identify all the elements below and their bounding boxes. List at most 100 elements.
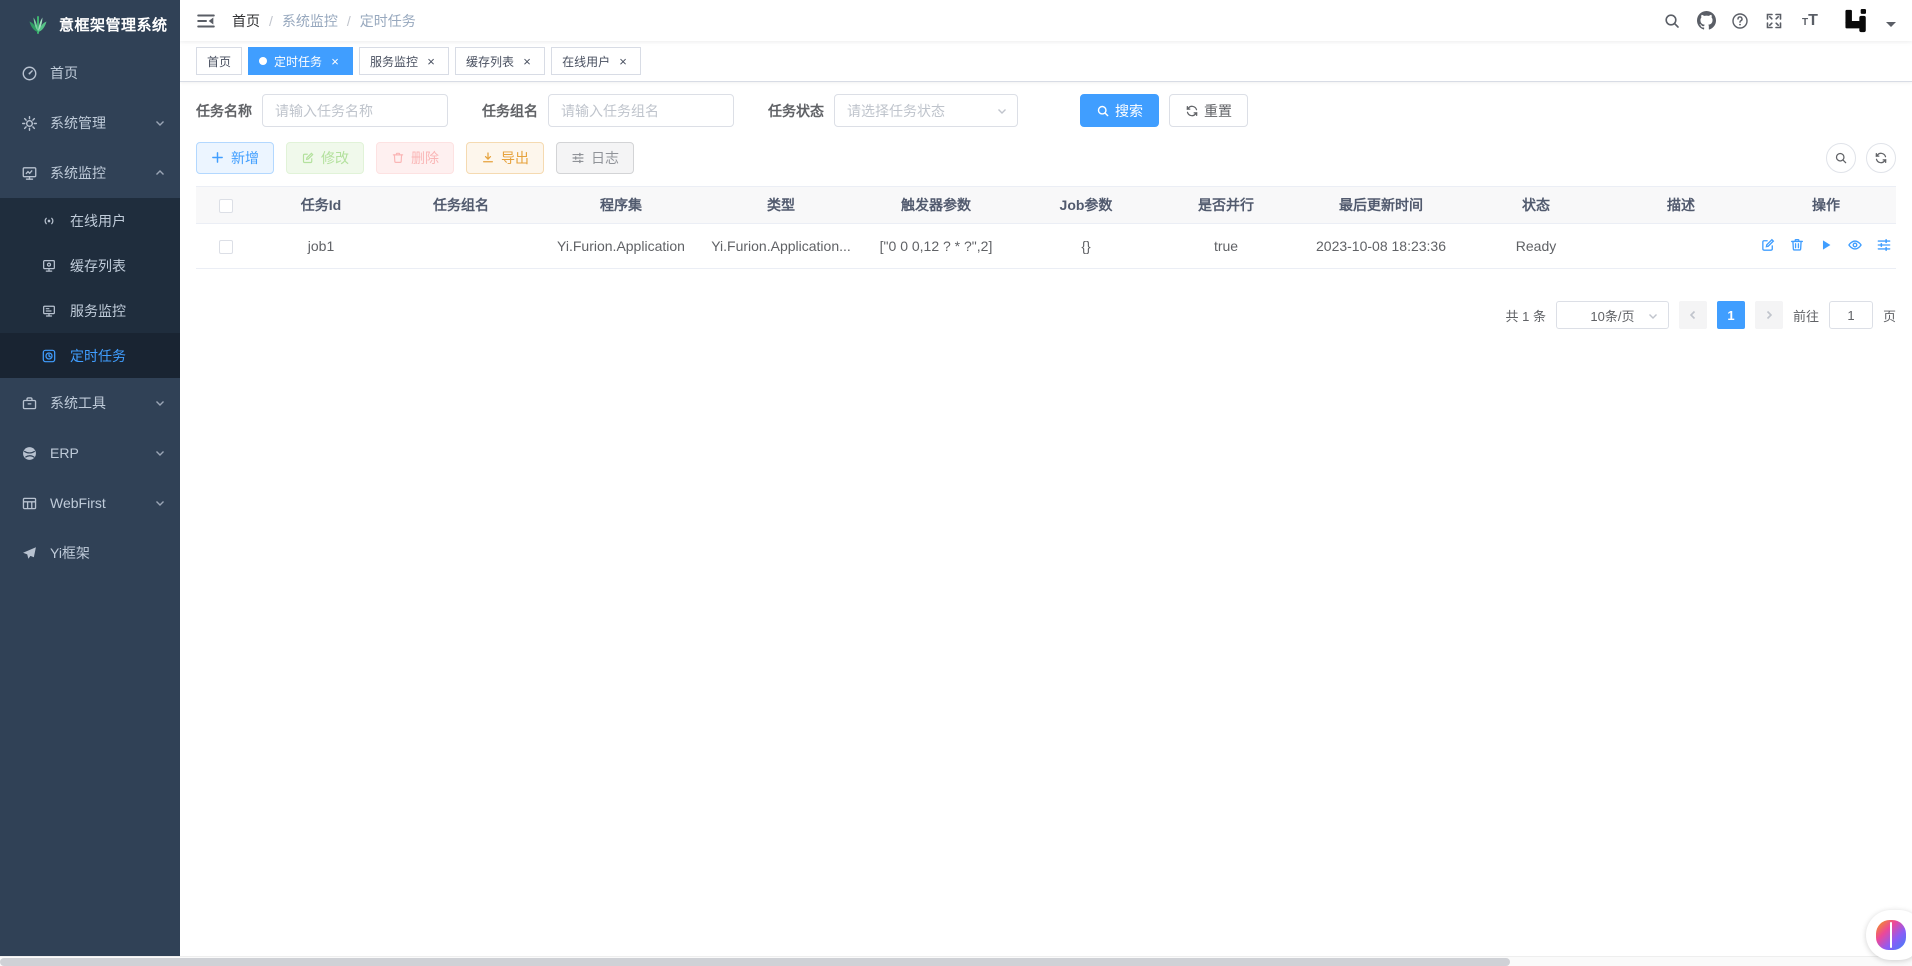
sidebar-item-online-users[interactable]: 在线用户 — [0, 198, 180, 243]
select-all-checkbox[interactable] — [219, 199, 233, 213]
chevron-down-icon — [1647, 310, 1659, 322]
tab-online-users[interactable]: 在线用户 — [551, 47, 641, 75]
breadcrumb-separator: / — [347, 13, 351, 29]
close-icon[interactable] — [424, 54, 438, 68]
row-delete-icon[interactable] — [1789, 237, 1805, 253]
add-button-label: 新增 — [231, 148, 259, 168]
task-name-input[interactable] — [262, 94, 448, 127]
sidebar-item-label: 系统监控 — [50, 163, 154, 183]
extension-float-button[interactable] — [1866, 910, 1912, 960]
scrollbar-thumb[interactable] — [0, 958, 1510, 966]
cell-task-group — [386, 224, 536, 269]
task-status-placeholder: 请选择任务状态 — [847, 101, 945, 121]
sidebar-item-label: Yi框架 — [50, 543, 166, 563]
cell-assembly: Yi.Furion.Application — [536, 224, 706, 269]
sidebar-item-system-management[interactable]: 系统管理 — [0, 98, 180, 148]
row-checkbox[interactable] — [219, 240, 233, 254]
sidebar-item-label: 服务监控 — [70, 301, 166, 321]
pagination: 共 1 条 10条/页 1 前往 页 — [196, 301, 1896, 329]
reset-button[interactable]: 重置 — [1169, 94, 1248, 127]
page-number-1[interactable]: 1 — [1717, 301, 1745, 329]
col-assembly: 程序集 — [536, 187, 706, 224]
row-run-icon[interactable] — [1818, 237, 1834, 253]
monitor-icon — [20, 164, 38, 182]
goto-page-input[interactable] — [1829, 301, 1873, 329]
cell-trigger-args: ["0 0 0,12 ? * ?",2] — [856, 224, 1016, 269]
active-dot — [259, 57, 267, 65]
log-button[interactable]: 日志 — [556, 142, 634, 174]
search-button[interactable]: 搜索 — [1080, 94, 1159, 127]
sidebar-item-home[interactable]: 首页 — [0, 48, 180, 98]
page-size-value: 10条/页 — [1590, 306, 1634, 325]
col-concurrent: 是否并行 — [1156, 187, 1296, 224]
col-last-updated: 最后更新时间 — [1296, 187, 1466, 224]
top-navbar: 首页 / 系统监控 / 定时任务 — [180, 0, 1912, 41]
close-icon[interactable] — [616, 54, 630, 68]
sidebar-item-label: WebFirst — [50, 495, 154, 511]
prev-page-button[interactable] — [1679, 301, 1707, 329]
sidebar-fold-icon[interactable] — [196, 10, 218, 32]
avatar[interactable] — [1842, 6, 1872, 36]
chevron-up-icon — [154, 167, 166, 179]
sidebar-item-label: 定时任务 — [70, 346, 166, 366]
close-icon[interactable] — [328, 54, 342, 68]
tab-cache-list[interactable]: 缓存列表 — [455, 47, 545, 75]
github-icon[interactable] — [1696, 11, 1716, 31]
tab-label: 首页 — [207, 53, 231, 70]
chevron-down-icon — [996, 105, 1008, 117]
page-size-select[interactable]: 10条/页 — [1556, 301, 1669, 329]
app-logo[interactable]: 意框架管理系统 — [0, 0, 180, 48]
sidebar: 意框架管理系统 首页 系统管理 — [0, 0, 180, 966]
sidebar-item-system-monitor[interactable]: 系统监控 — [0, 148, 180, 198]
caret-down-icon[interactable] — [1886, 22, 1896, 27]
sidebar-item-webfirst[interactable]: WebFirst — [0, 478, 180, 528]
sidebar-item-yi-framework[interactable]: Yi框架 — [0, 528, 180, 578]
delete-button[interactable]: 删除 — [376, 142, 454, 174]
breadcrumb-system-monitor: 系统监控 — [282, 11, 338, 31]
cell-concurrent: true — [1156, 224, 1296, 269]
sidebar-item-scheduled-tasks[interactable]: 定时任务 — [0, 333, 180, 378]
tab-home[interactable]: 首页 — [196, 47, 242, 75]
export-button[interactable]: 导出 — [466, 142, 544, 174]
search-icon[interactable] — [1662, 11, 1682, 31]
row-edit-icon[interactable] — [1760, 237, 1776, 253]
sidebar-item-erp[interactable]: ERP — [0, 428, 180, 478]
sidebar-item-cache-list[interactable]: 缓存列表 — [0, 243, 180, 288]
sidebar-item-label: ERP — [50, 445, 154, 461]
row-view-icon[interactable] — [1847, 237, 1863, 253]
add-button[interactable]: 新增 — [196, 142, 274, 174]
show-search-button[interactable] — [1826, 143, 1856, 173]
row-log-icon[interactable] — [1876, 237, 1892, 253]
sidebar-item-system-tools[interactable]: 系统工具 — [0, 378, 180, 428]
breadcrumb-home[interactable]: 首页 — [232, 11, 260, 31]
sidebar-item-service-monitor[interactable]: 服务监控 — [0, 288, 180, 333]
refresh-icon — [1185, 104, 1199, 118]
edit-button[interactable]: 修改 — [286, 142, 364, 174]
tab-label: 服务监控 — [370, 53, 418, 70]
next-page-button[interactable] — [1755, 301, 1783, 329]
edit-icon — [301, 151, 315, 165]
cell-status: Ready — [1466, 224, 1606, 269]
task-status-select[interactable]: 请选择任务状态 — [834, 94, 1018, 127]
goto-label: 前往 — [1793, 306, 1819, 325]
help-icon[interactable] — [1730, 11, 1750, 31]
sidebar-item-label: 系统工具 — [50, 393, 154, 413]
task-group-input[interactable] — [548, 94, 734, 127]
col-type: 类型 — [706, 187, 856, 224]
operation-icon — [571, 151, 585, 165]
toolbox-icon — [20, 394, 38, 412]
refresh-table-button[interactable] — [1866, 143, 1896, 173]
horizontal-scrollbar[interactable] — [0, 956, 1912, 966]
col-status: 状态 — [1466, 187, 1606, 224]
log-button-label: 日志 — [591, 148, 619, 168]
main-area: 首页 / 系统监控 / 定时任务 — [180, 0, 1912, 329]
close-icon[interactable] — [520, 54, 534, 68]
fullscreen-icon[interactable] — [1764, 11, 1784, 31]
tab-scheduled-tasks[interactable]: 定时任务 — [248, 47, 353, 75]
screen-icon — [40, 257, 58, 275]
tab-service-monitor[interactable]: 服务监控 — [359, 47, 449, 75]
col-trigger-args: 触发器参数 — [856, 187, 1016, 224]
font-size-icon[interactable] — [1798, 12, 1822, 30]
tab-label: 在线用户 — [562, 53, 610, 70]
tab-label: 缓存列表 — [466, 53, 514, 70]
